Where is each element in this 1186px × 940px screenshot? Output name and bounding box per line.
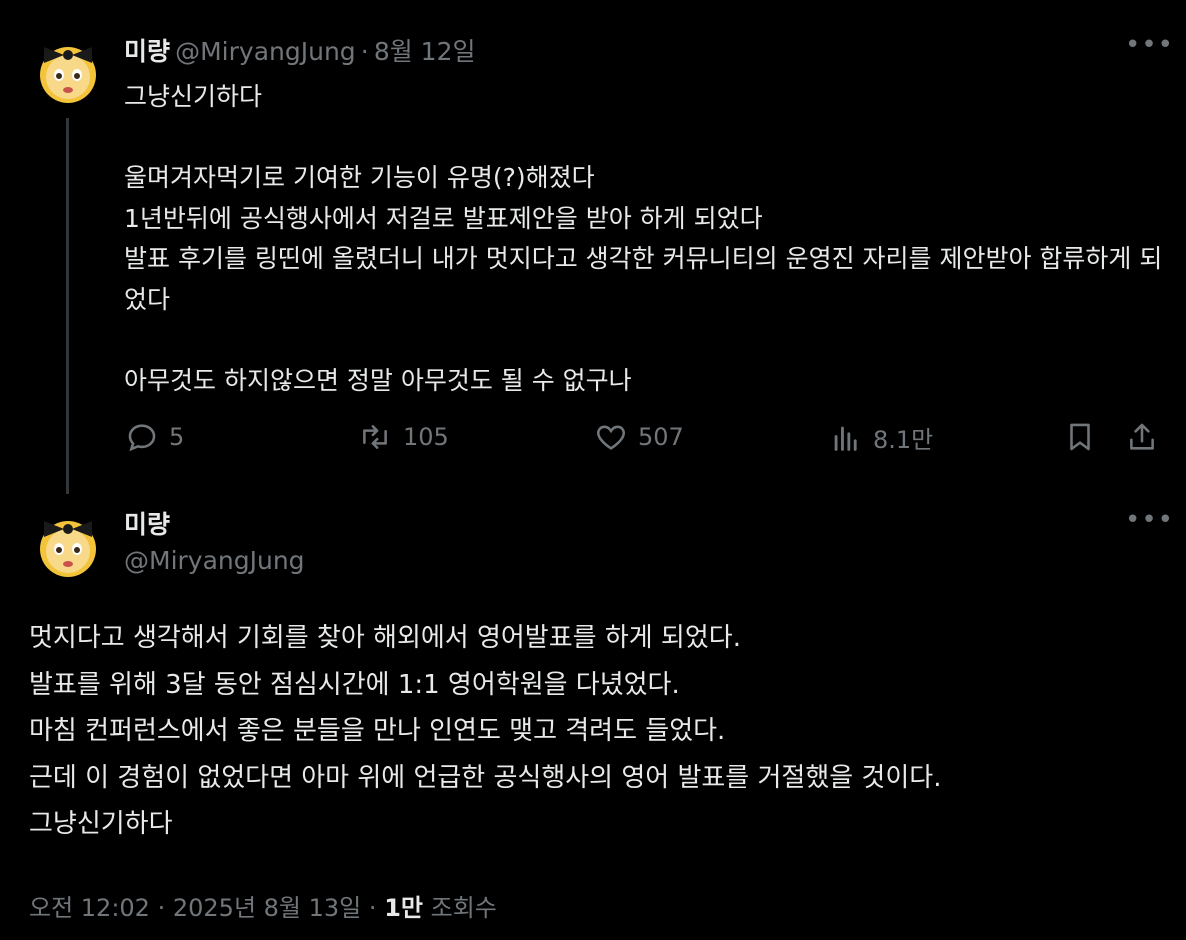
separator: · bbox=[360, 37, 369, 66]
repost-count: 105 bbox=[403, 423, 449, 451]
thread-line bbox=[66, 118, 69, 494]
reply-button[interactable]: 5 bbox=[125, 420, 184, 454]
reply-count: 5 bbox=[169, 423, 185, 451]
share-button[interactable] bbox=[1125, 420, 1159, 458]
tweet-time[interactable]: 오전 12:02 bbox=[29, 894, 150, 922]
views-count: 8.1만 bbox=[873, 426, 934, 454]
tweet1-text: 그냥신기하다 울며겨자먹기로 기여한 기능이 유명(?)해졌다 1년반뒤에 공식… bbox=[124, 82, 1163, 395]
avatar[interactable] bbox=[32, 507, 104, 579]
separator: · bbox=[157, 894, 166, 922]
tweet2-text: 멋지다고 생각해서 기회를 찾아 해외에서 영어발표를 하게 되었다. 발표를 … bbox=[29, 623, 942, 839]
views-count: 1만 bbox=[384, 894, 423, 922]
author-handle[interactable]: @MiryangJung bbox=[124, 546, 305, 575]
separator: · bbox=[368, 894, 377, 922]
views-bar-chart-icon bbox=[834, 426, 857, 451]
repost-button[interactable]: 105 bbox=[357, 420, 449, 454]
tweet1-header: 미량 @MiryangJung · 8월 12일 bbox=[124, 32, 475, 68]
bookmark-button[interactable] bbox=[1063, 420, 1097, 458]
author-name[interactable]: 미량 bbox=[124, 505, 170, 541]
bow-emoji-avatar bbox=[40, 521, 96, 577]
heart-icon bbox=[597, 425, 625, 450]
like-button[interactable]: 507 bbox=[594, 420, 684, 454]
more-horizontal-icon[interactable]: ••• bbox=[1125, 505, 1174, 535]
bookmark-icon bbox=[1070, 423, 1090, 451]
author-name[interactable]: 미량 bbox=[124, 37, 170, 66]
like-count: 507 bbox=[638, 423, 684, 451]
views-button[interactable]: 8.1만 bbox=[829, 420, 933, 455]
tweet2-meta: 오전 12:02 · 2025년 8월 13일 · 1만 조회수 bbox=[29, 888, 497, 923]
tweet-date[interactable]: 8월 12일 bbox=[374, 37, 476, 66]
more-horizontal-icon[interactable]: ••• bbox=[1125, 30, 1174, 60]
views-label: 조회수 bbox=[430, 894, 497, 922]
avatar[interactable] bbox=[32, 33, 104, 105]
reply-bubble-icon bbox=[128, 424, 156, 452]
share-icon bbox=[1130, 423, 1154, 450]
bow-emoji-avatar bbox=[40, 47, 96, 103]
tweet-date[interactable]: 2025년 8월 13일 bbox=[173, 894, 361, 922]
author-handle[interactable]: @MiryangJung bbox=[175, 37, 356, 66]
repost-icon bbox=[363, 425, 387, 449]
